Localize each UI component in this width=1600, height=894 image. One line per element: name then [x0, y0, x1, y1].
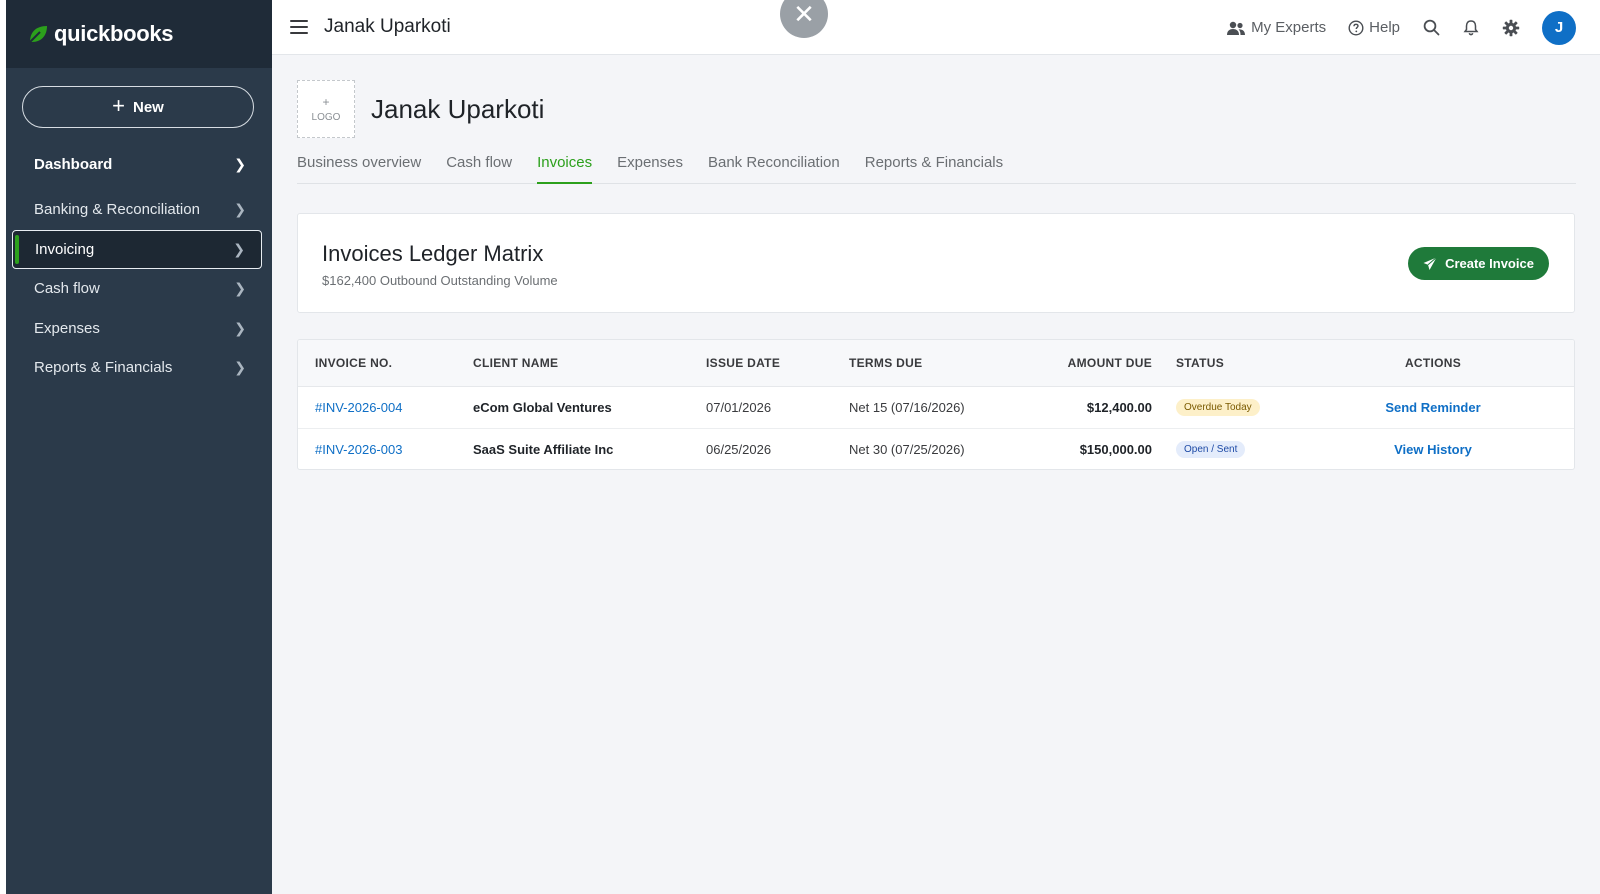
sidebar-item-expenses[interactable]: Expenses ❯	[12, 309, 262, 349]
invoices-table-card: INVOICE NO. CLIENT NAME ISSUE DATE TERMS…	[297, 339, 1575, 470]
table-header-row: INVOICE NO. CLIENT NAME ISSUE DATE TERMS…	[298, 340, 1574, 387]
sidebar: quickbooks + New Dashboard ❯ Banking & R…	[6, 0, 272, 894]
topbar: Janak Uparkoti ✕ My Experts Help J	[272, 0, 1600, 55]
tab-expenses[interactable]: Expenses	[617, 150, 683, 184]
brand[interactable]: quickbooks	[6, 0, 272, 68]
sidebar-item-label: Expenses	[34, 319, 100, 337]
tab-cash-flow[interactable]: Cash flow	[446, 150, 512, 184]
leaf-logo-icon	[29, 26, 47, 43]
status-badge: Open / Sent	[1176, 441, 1246, 459]
app-root: quickbooks + New Dashboard ❯ Banking & R…	[0, 0, 1600, 894]
main-content: + LOGO Janak Uparkoti Business overview …	[272, 55, 1600, 894]
amount-due: $150,000.00	[1079, 441, 1152, 457]
search-icon[interactable]	[1422, 19, 1440, 37]
chevron-right-icon: ❯	[234, 155, 246, 172]
sidebar-item-reports[interactable]: Reports & Financials ❯	[12, 348, 262, 388]
table-row: #INV-2026-003 SaaS Suite Affiliate Inc 0…	[298, 428, 1574, 469]
hamburger-icon[interactable]	[290, 20, 308, 34]
brand-name: quickbooks	[54, 21, 174, 46]
sidebar-item-label: Invoicing	[35, 240, 95, 258]
tab-business-overview[interactable]: Business overview	[297, 150, 421, 184]
summary-title: Invoices Ledger Matrix	[322, 241, 544, 266]
column-header-status[interactable]: STATUS	[1152, 340, 1292, 387]
invoice-number-link[interactable]: #INV-2026-004	[315, 400, 402, 415]
column-header-amount-due[interactable]: AMOUNT DUE	[1045, 340, 1152, 387]
column-header-terms-due[interactable]: TERMS DUE	[849, 340, 1045, 387]
chevron-right-icon: ❯	[234, 359, 246, 376]
view-history-link[interactable]: View History	[1394, 442, 1472, 457]
sidebar-item-cash-flow[interactable]: Cash flow ❯	[12, 269, 262, 309]
plus-icon: +	[322, 94, 330, 109]
client-name: eCom Global Ventures	[473, 399, 612, 415]
sidebar-item-invoicing[interactable]: Invoicing ❯	[12, 229, 262, 269]
sidebar-item-label: Cash flow	[34, 280, 100, 298]
gear-icon[interactable]	[1502, 19, 1520, 37]
new-button[interactable]: + New	[22, 86, 254, 128]
avatar[interactable]: J	[1542, 10, 1576, 45]
column-header-invoice-no[interactable]: INVOICE NO.	[298, 340, 473, 387]
sidebar-item-label: Reports & Financials	[34, 359, 173, 377]
help-icon	[1348, 19, 1364, 36]
add-logo-button[interactable]: + LOGO	[297, 80, 355, 138]
invoices-table: INVOICE NO. CLIENT NAME ISSUE DATE TERMS…	[298, 340, 1574, 469]
sidebar-item-banking[interactable]: Banking & Reconciliation ❯	[12, 190, 262, 230]
tab-reports-financials[interactable]: Reports & Financials	[865, 150, 1003, 184]
tab-bar: Business overview Cash flow Invoices Exp…	[297, 150, 1576, 184]
sidebar-nav: Dashboard ❯ Banking & Reconciliation ❯ I…	[12, 144, 262, 388]
company-name: Janak Uparkoti	[371, 93, 545, 124]
company-header: + LOGO Janak Uparkoti	[297, 80, 544, 138]
help-link[interactable]: Help	[1348, 19, 1400, 36]
column-header-actions: ACTIONS	[1292, 340, 1574, 387]
chevron-right-icon: ❯	[234, 201, 246, 218]
bell-icon[interactable]	[1462, 19, 1480, 37]
logo-label: LOGO	[311, 111, 341, 123]
create-invoice-button[interactable]: Create Invoice	[1408, 247, 1549, 280]
topbar-company-title: Janak Uparkoti	[324, 16, 451, 37]
terms-due: Net 15 (07/16/2026)	[849, 399, 965, 415]
chevron-right-icon: ❯	[234, 280, 246, 297]
tab-bank-reconciliation[interactable]: Bank Reconciliation	[708, 150, 840, 184]
issue-date: 06/25/2026	[706, 441, 772, 457]
amount-due: $12,400.00	[1086, 399, 1152, 415]
create-invoice-label: Create Invoice	[1445, 256, 1534, 271]
terms-due: Net 30 (07/25/2026)	[849, 441, 965, 457]
tab-invoices[interactable]: Invoices	[537, 150, 593, 184]
table-row: #INV-2026-004 eCom Global Ventures 07/01…	[298, 386, 1574, 428]
invoice-number-link[interactable]: #INV-2026-003	[315, 442, 402, 457]
topbar-actions: My Experts Help J	[1226, 0, 1576, 55]
sidebar-item-dashboard[interactable]: Dashboard ❯	[12, 144, 262, 184]
help-label: Help	[1369, 19, 1400, 36]
send-reminder-link[interactable]: Send Reminder	[1385, 400, 1480, 415]
close-icon[interactable]: ✕	[780, 0, 828, 38]
status-badge: Overdue Today	[1176, 399, 1260, 416]
summary-card: Invoices Ledger Matrix $162,400 Outbound…	[297, 213, 1575, 313]
my-experts-label: My Experts	[1251, 19, 1327, 36]
column-header-client-name[interactable]: CLIENT NAME	[473, 340, 706, 387]
sidebar-item-label: Dashboard	[34, 155, 113, 173]
column-header-issue-date[interactable]: ISSUE DATE	[706, 340, 849, 387]
my-experts-link[interactable]: My Experts	[1226, 19, 1326, 36]
new-button-label: New	[133, 98, 164, 116]
client-name: SaaS Suite Affiliate Inc	[473, 441, 614, 457]
people-icon	[1227, 21, 1246, 35]
chevron-right-icon: ❯	[234, 319, 246, 336]
sidebar-item-label: Banking & Reconciliation	[34, 201, 200, 219]
chevron-right-icon: ❯	[233, 240, 245, 257]
paper-plane-icon	[1423, 256, 1437, 270]
plus-icon: +	[112, 93, 125, 118]
issue-date: 07/01/2026	[706, 399, 772, 415]
summary-subtitle: $162,400 Outbound Outstanding Volume	[322, 273, 558, 288]
